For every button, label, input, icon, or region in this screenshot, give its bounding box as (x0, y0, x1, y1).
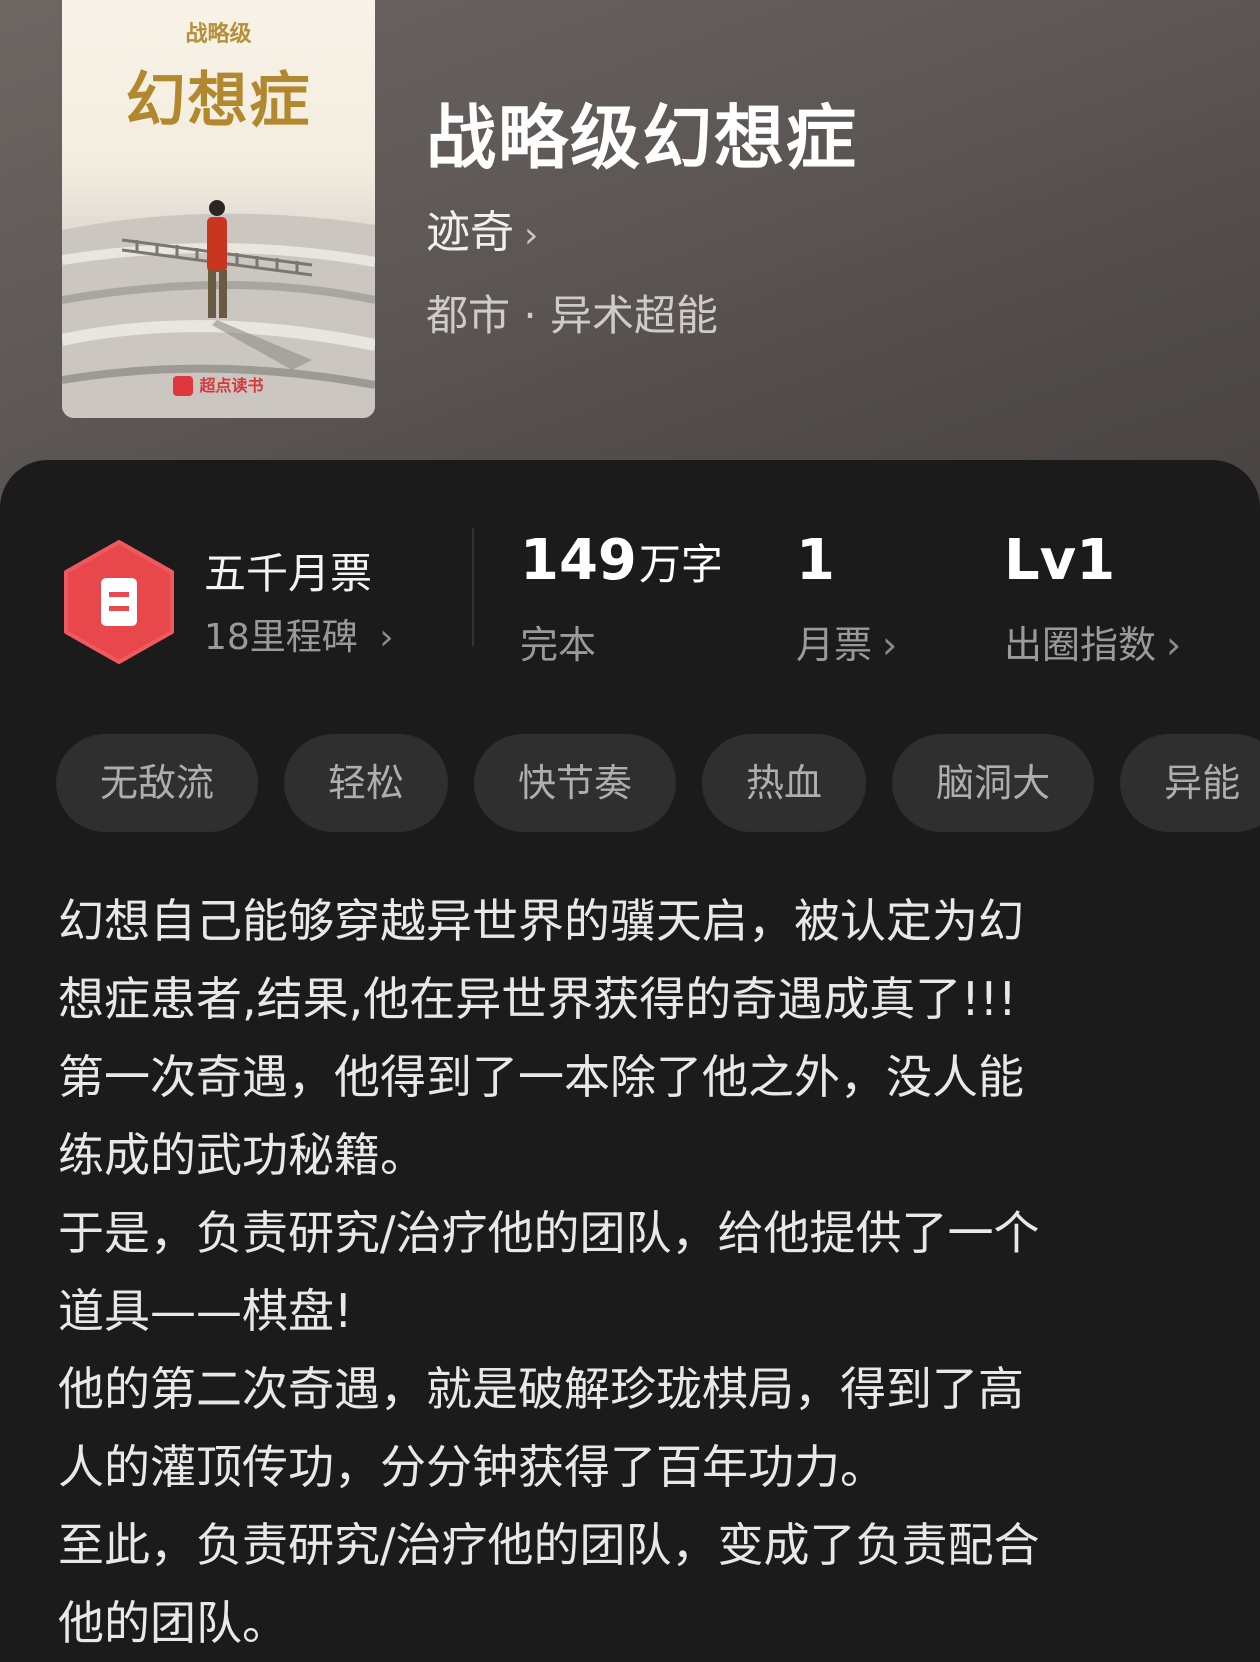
book-title: 战略级幻想症 (426, 97, 858, 179)
popularity-index-link[interactable]: 出圈指数 › (1004, 614, 1181, 669)
description-line: 至此，负责研究/治疗他的团队，变成了负责配合 (58, 1518, 1040, 1572)
description-line: 第一次奇遇，他得到了一本除了他之外，没人能 (58, 1050, 1024, 1104)
description-line: 他的第二次奇遇，就是破解珍珑棋局，得到了高 (58, 1362, 1024, 1416)
description-line: 幻想自己能够穿越异世界的骥天启，被认定为幻 (58, 894, 1024, 948)
author-link[interactable]: 迹奇 › (426, 196, 538, 260)
status-label: 完本 (520, 623, 597, 667)
description-line: 于是，负责研究/治疗他的团队，给他提供了一个 (58, 1206, 1040, 1260)
tag-chip[interactable]: 轻松 (284, 734, 449, 832)
word-count: 149万字 (520, 528, 723, 593)
tag-chip[interactable]: 快节奏 (474, 734, 677, 832)
chevron-right-icon: › (524, 215, 539, 256)
chevron-right-icon: › (882, 623, 898, 667)
tag-chip[interactable]: 无敌流 (56, 734, 259, 832)
tag-list: 无敌流 轻松 快节奏 热血 脑洞大 异能 (56, 734, 1260, 832)
milestone-link[interactable]: 18里程碑 › (204, 608, 394, 660)
description-line: 道具——棋盘! (58, 1284, 353, 1338)
book-description[interactable]: 幻想自己能够穿越异世界的骥天启，被认定为幻 想症患者,结果,他在异世界获得的奇遇… (58, 882, 1208, 1662)
popularity-level-value: Lv1 (1004, 528, 1116, 593)
chevron-right-icon: › (1166, 623, 1182, 667)
cover-illustration (62, 200, 375, 418)
description-line: 他的团队。 (58, 1596, 288, 1650)
stats-divider (472, 528, 474, 646)
monthly-votes-link[interactable]: 月票 › (796, 614, 897, 669)
cover-brand: 超点读书 (62, 372, 375, 396)
tag-chip[interactable]: 热血 (702, 734, 867, 832)
book-genre: 都市 · 异术超能 (426, 291, 719, 340)
chevron-right-icon: › (367, 617, 394, 658)
monthly-votes-value: 1 (796, 528, 835, 593)
tag-chip[interactable]: 脑洞大 (892, 734, 1095, 832)
description-line: 想症患者,结果,他在异世界获得的奇遇成真了!!! (58, 972, 1017, 1026)
ticket-badge-icon[interactable] (62, 540, 176, 664)
author-name: 迹奇 (426, 207, 514, 258)
brand-logo-icon (173, 376, 194, 396)
book-cover[interactable]: 战略级 幻想症 超点读书 (62, 0, 375, 418)
description-line: 人的灌顶传功，分分钟获得了百年功力。 (58, 1440, 886, 1494)
badge-title: 五千月票 (204, 549, 373, 598)
description-line: 练成的武功秘籍。 (58, 1128, 426, 1182)
tag-chip[interactable]: 异能 (1120, 734, 1260, 832)
